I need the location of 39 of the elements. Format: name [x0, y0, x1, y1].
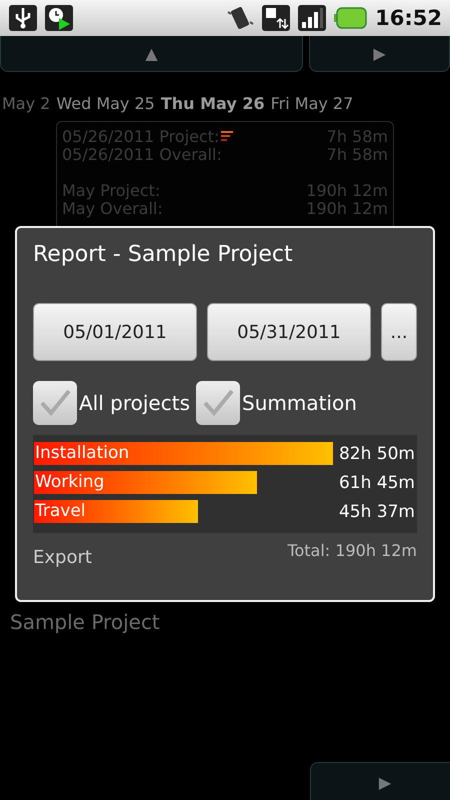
dialog-title: Report - Sample Project: [33, 242, 294, 267]
next-button[interactable]: ▶: [310, 762, 450, 800]
checkbox[interactable]: [33, 381, 77, 425]
bar-value: 45h 37m: [338, 502, 416, 522]
data-icon: [261, 4, 292, 32]
summary-label: May Overall:: [62, 200, 163, 218]
bars-icon: [221, 130, 234, 142]
date-button[interactable]: 05/01/2011: [33, 303, 197, 361]
checkbox-label: Summation: [242, 391, 357, 415]
up-button[interactable]: ▲: [0, 36, 303, 72]
bar-value: 82h 50m: [338, 444, 416, 464]
clock-time: 16:52: [375, 6, 442, 30]
summary-value: 7h 58m: [326, 146, 388, 164]
checkbox[interactable]: [196, 381, 240, 425]
next-button[interactable]: ▶: [309, 36, 450, 72]
usb-icon: [8, 4, 38, 32]
export-button[interactable]: Export: [33, 547, 92, 568]
day-label[interactable]: May 2: [2, 94, 50, 113]
summary-value: 7h 58m: [326, 128, 388, 146]
more-button[interactable]: ...: [381, 303, 417, 361]
summary-value: 190h 12m: [306, 200, 388, 218]
summary-label: May Project:: [62, 182, 160, 200]
bar-label: Working: [35, 472, 104, 492]
summary-value: 190h 12m: [306, 182, 388, 200]
vibrate-icon: [225, 4, 256, 32]
day-label[interactable]: Wed May 25: [56, 94, 155, 113]
day-label[interactable]: Thu May 26: [160, 94, 265, 113]
bar-label: Installation: [35, 443, 130, 463]
signal-icon: [297, 4, 328, 32]
summary-label: 05/26/2011 Overall:: [62, 146, 222, 164]
bar-label: Travel: [35, 501, 86, 521]
date-button[interactable]: 05/31/2011: [207, 303, 371, 361]
summary-label: 05/26/2011 Project:: [62, 128, 234, 146]
clock-play-icon: [44, 4, 74, 32]
project-name: Sample Project: [10, 610, 160, 634]
checkbox-label: All projects: [79, 391, 190, 415]
day-label[interactable]: Fri May 27: [270, 94, 354, 113]
bar-value: 61h 45m: [338, 472, 416, 492]
total-text: Total: 190h 12m: [287, 541, 417, 560]
